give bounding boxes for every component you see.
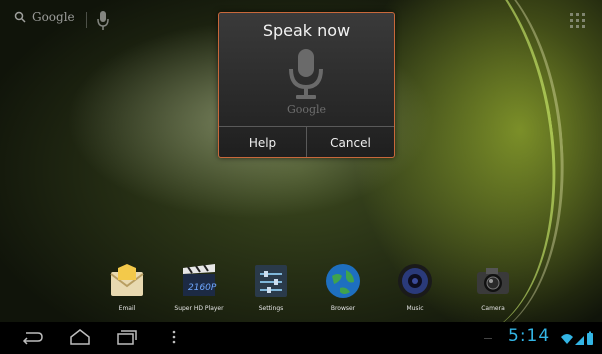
speak-now-dialog: Speak now Google Help Cancel — [218, 12, 395, 158]
camera-icon — [477, 268, 509, 294]
voice-search-icon[interactable] — [96, 10, 110, 32]
dock-item-email[interactable]: Email — [96, 262, 156, 318]
battery-icon — [587, 331, 593, 345]
app-dock: Email 2160P Super HD Player Settings Bro… — [96, 262, 526, 318]
dock-item-browser[interactable]: Browser — [312, 262, 372, 318]
status-icons — [561, 331, 593, 345]
dock-label: Camera — [481, 305, 505, 312]
dock-label: Email — [118, 305, 136, 312]
home-icon[interactable] — [68, 328, 92, 346]
settings-icon — [255, 265, 287, 297]
cancel-button[interactable]: Cancel — [306, 127, 394, 157]
clapper-text: 2160P — [188, 283, 217, 293]
dock-item-settings[interactable]: Settings — [240, 262, 300, 318]
browser-globe-icon — [326, 264, 360, 298]
help-button[interactable]: Help — [219, 127, 306, 157]
microphone-icon — [289, 49, 323, 99]
dock-item-music[interactable]: Music — [384, 262, 444, 318]
search-label: Google — [32, 10, 75, 24]
dock-label: Settings — [258, 305, 284, 312]
signal-icon — [575, 336, 584, 345]
search-icon — [14, 11, 26, 23]
video-player-icon: 2160P — [183, 264, 217, 296]
all-apps-icon[interactable] — [570, 13, 586, 29]
status-clock: 5:14 — [508, 326, 551, 346]
music-speaker-icon — [398, 264, 432, 298]
overflow-menu-icon[interactable] — [170, 328, 178, 346]
recent-apps-icon[interactable] — [114, 328, 138, 346]
dock-item-camera[interactable]: Camera — [462, 262, 522, 318]
dock-label: Browser — [330, 305, 356, 312]
search-divider — [86, 12, 87, 28]
google-brand-text: Google — [286, 103, 327, 116]
dialog-title: Speak now — [262, 21, 351, 40]
wifi-icon — [561, 334, 573, 344]
google-search-bar[interactable]: Google — [14, 10, 75, 24]
back-icon[interactable] — [20, 328, 44, 346]
dock-item-video-player[interactable]: 2160P Super HD Player — [168, 262, 228, 318]
email-icon — [110, 264, 144, 296]
dock-label: Music — [406, 305, 424, 312]
dialog-button-bar: Help Cancel — [219, 126, 394, 157]
status-divider — [484, 338, 492, 339]
dock-label: Super HD Player — [174, 305, 224, 312]
